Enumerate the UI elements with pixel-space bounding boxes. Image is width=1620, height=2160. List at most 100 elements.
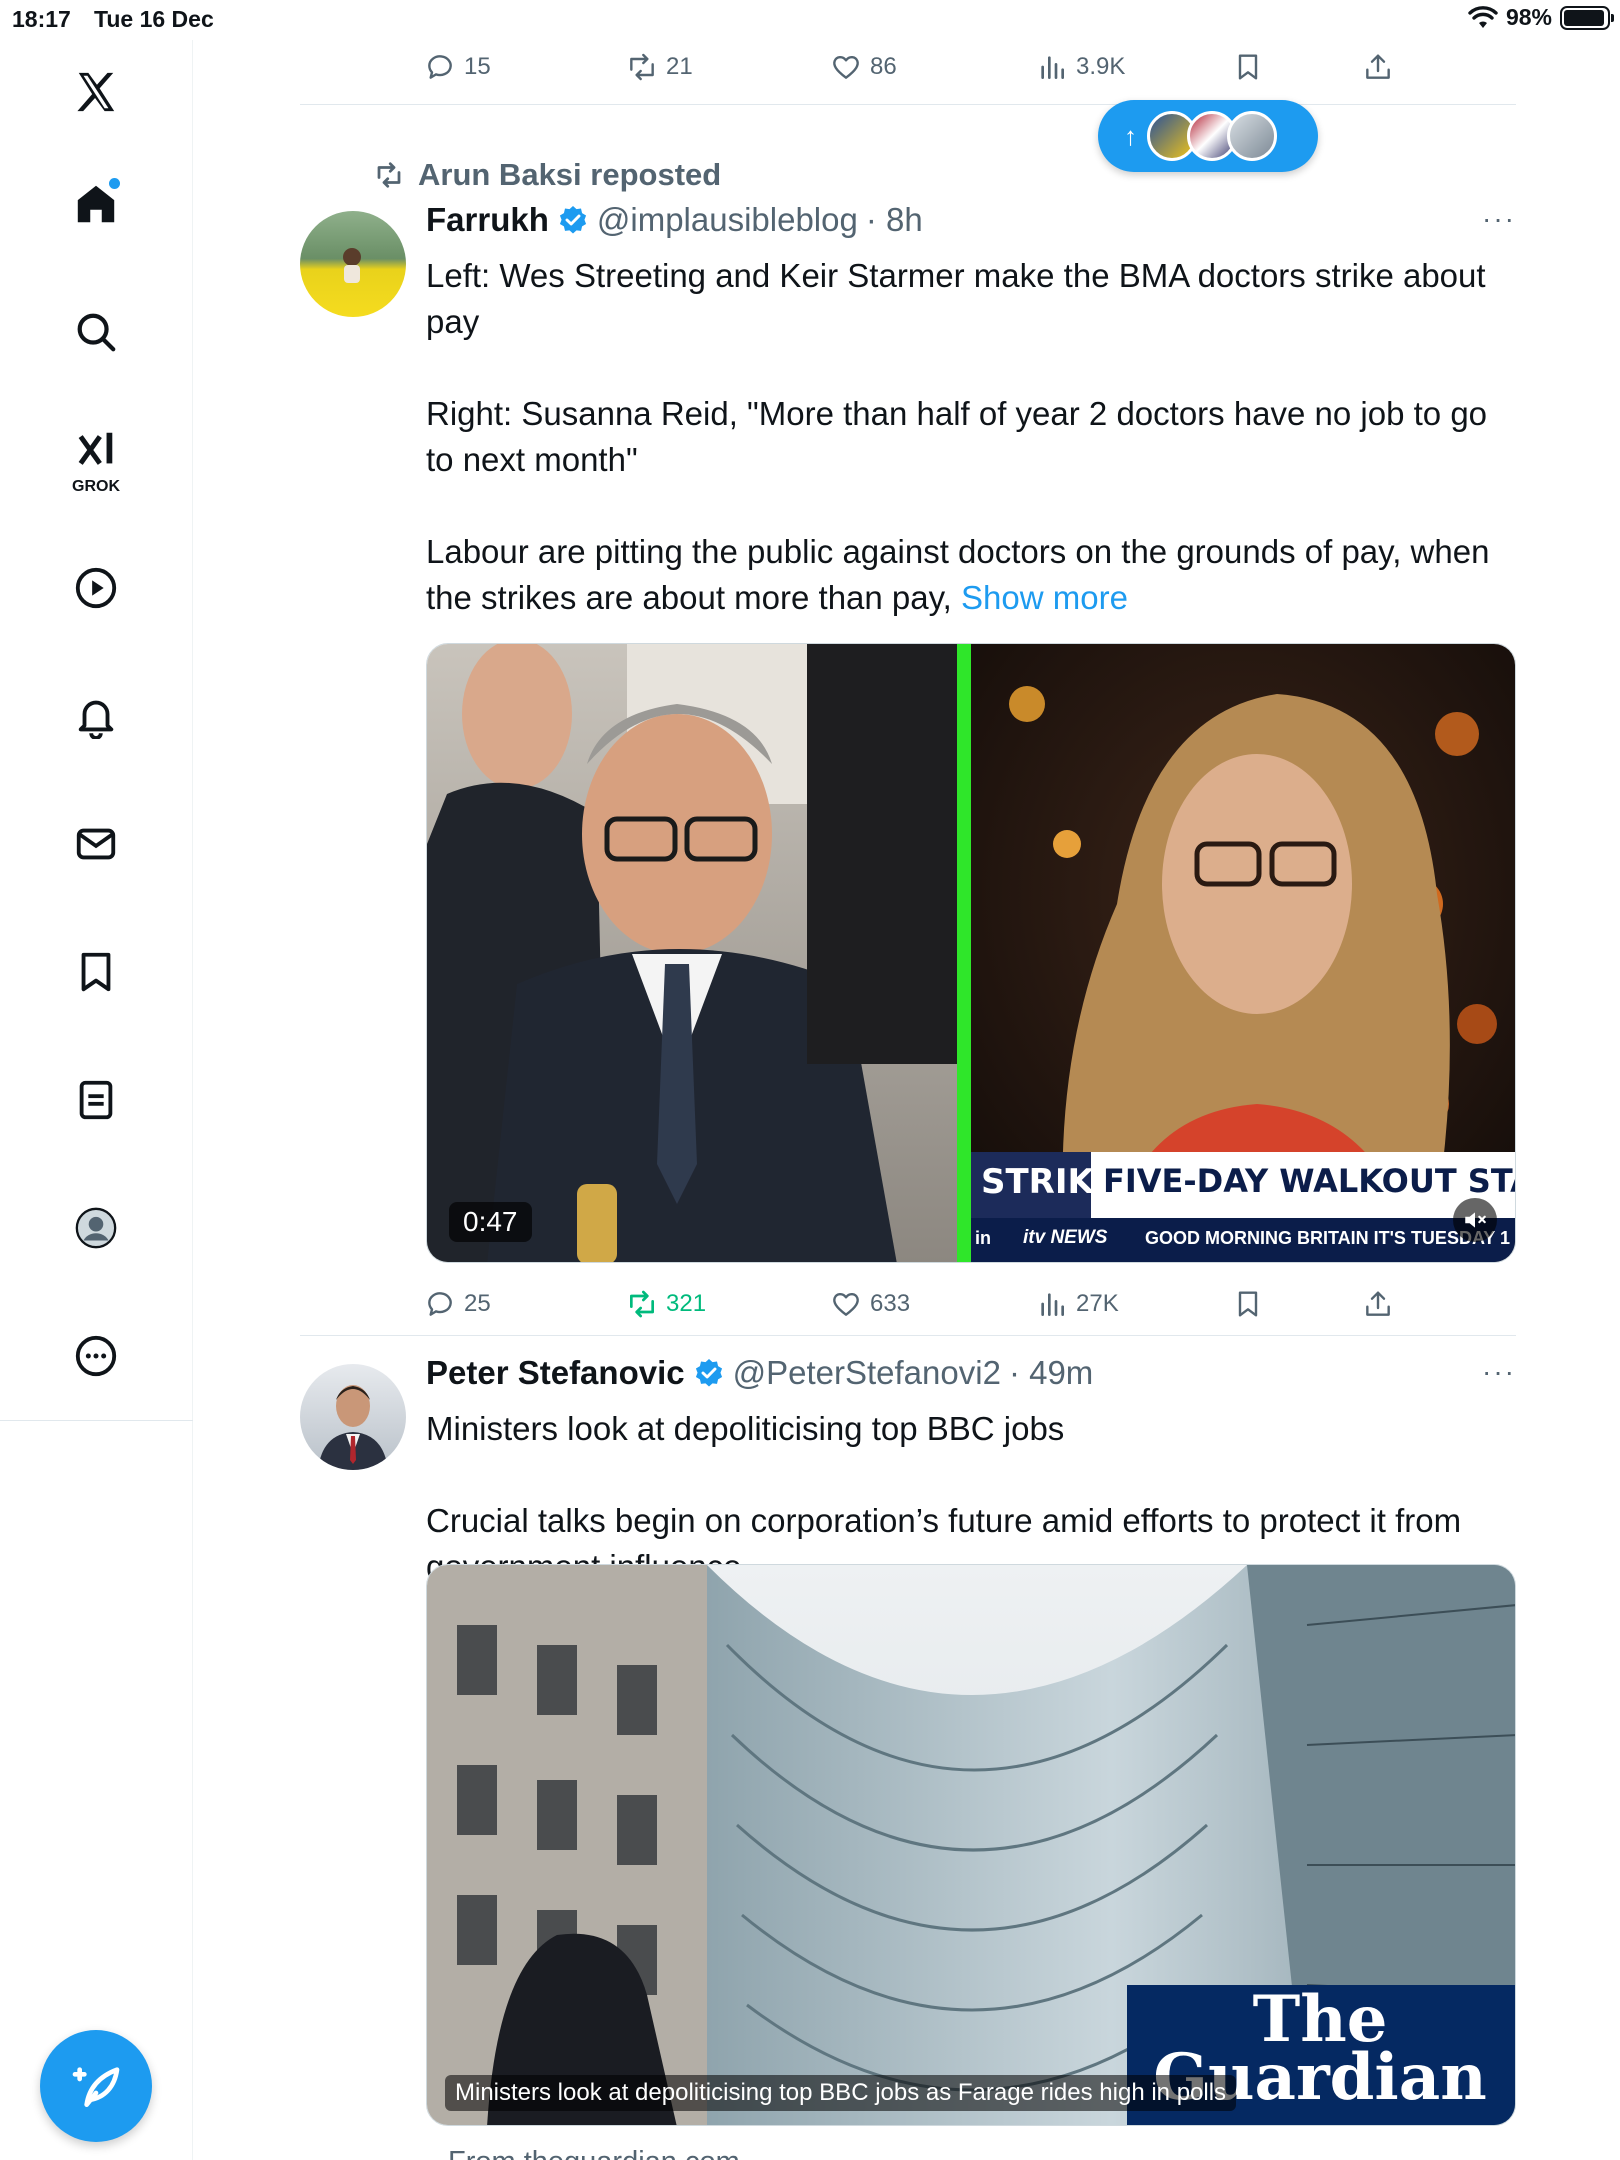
post-more-menu-icon[interactable]: ···	[1482, 1356, 1516, 1388]
views-button[interactable]: 3.9K	[1036, 51, 1125, 83]
verified-badge-icon	[559, 206, 586, 234]
author-name[interactable]: Peter Stefanovic	[426, 1354, 685, 1392]
battery-icon	[1560, 5, 1614, 30]
share-icon	[1366, 1291, 1390, 1316]
link-source[interactable]: From theguardian.com	[448, 2146, 740, 2160]
post-text-paragraph: Ministers look at depoliticising top BBC…	[426, 1410, 1065, 1447]
reply-icon	[428, 1292, 452, 1316]
grok-label: GROK	[72, 478, 120, 495]
repost-indicator[interactable]: Arun Baksi reposted	[374, 157, 721, 193]
post-body: Left: Wes Streeting and Keir Starmer mak…	[426, 253, 1516, 621]
repost-count: 321	[666, 1290, 707, 1317]
video-duration: 0:47	[449, 1202, 532, 1242]
author-name[interactable]: Farrukh	[426, 201, 549, 239]
arrow-up-icon: ↑	[1124, 120, 1137, 151]
video-player[interactable]: STRIKE FIVE-DAY WALKOUT STARTS T in itv …	[426, 643, 1516, 1263]
like-count: 633	[870, 1290, 911, 1317]
link-card-caption: Ministers look at depoliticising top BBC…	[445, 2075, 1237, 2111]
post-peter-stefanovic[interactable]: Peter Stefanovic @PeterStefanovi2 · 49m …	[300, 1336, 1516, 2160]
share-button[interactable]	[1362, 1288, 1394, 1320]
repost-icon	[377, 162, 401, 188]
views-icon	[1041, 1293, 1064, 1316]
post-time[interactable]: · 8h	[866, 201, 923, 239]
share-button[interactable]	[1362, 51, 1394, 83]
show-more-link[interactable]: Show more	[961, 579, 1128, 616]
previous-post-actions: 15 21 86 3.9K	[300, 40, 1516, 94]
bookmark-button[interactable]	[1232, 1288, 1264, 1320]
share-icon	[1366, 54, 1390, 79]
video-icon[interactable]	[64, 556, 128, 620]
mute-button[interactable]	[1453, 1198, 1497, 1242]
repost-count: 21	[666, 53, 693, 80]
avatar[interactable]	[300, 211, 406, 317]
like-count: 86	[870, 53, 897, 80]
heart-icon	[833, 1292, 859, 1316]
home-notification-dot	[109, 178, 120, 189]
repost-button[interactable]: 321	[626, 1288, 706, 1320]
tv-channel-logo: itv NEWS	[1023, 1227, 1108, 1248]
views-count: 3.9K	[1076, 53, 1126, 80]
bookmark-icon	[1238, 1291, 1258, 1317]
messages-icon[interactable]	[64, 812, 128, 876]
bookmarks-icon[interactable]	[64, 940, 128, 1004]
wifi-icon	[1468, 5, 1498, 28]
views-count: 27K	[1076, 1290, 1119, 1317]
post-more-menu-icon[interactable]: ···	[1482, 203, 1516, 235]
home-icon[interactable]	[64, 172, 128, 236]
repost-button[interactable]: 21	[626, 51, 693, 83]
compose-post-button[interactable]	[40, 2030, 152, 2142]
reply-button[interactable]: 25	[424, 1288, 491, 1320]
post-header: Farrukh @implausibleblog · 8h	[426, 201, 923, 239]
post-text-line: Labour are pitting the public against do…	[426, 533, 1490, 616]
search-icon[interactable]	[64, 300, 128, 364]
verified-badge-icon	[695, 1359, 722, 1387]
reply-count: 25	[464, 1290, 491, 1317]
new-posts-pill[interactable]: ↑	[1098, 100, 1318, 172]
post-text-paragraph: Right: Susanna Reid, "More than half of …	[426, 395, 1488, 478]
reply-count: 15	[464, 53, 491, 80]
reply-icon	[428, 55, 452, 79]
timeline-feed: 15 21 86 3.9K ↑ Arun Baksi reposted Farr…	[300, 40, 1516, 2160]
post-text-paragraph: Labour are pitting the public against do…	[426, 529, 1516, 621]
avatar[interactable]	[300, 1364, 406, 1470]
speaker-muted-icon	[1465, 1212, 1486, 1228]
author-handle[interactable]: @implausibleblog	[597, 201, 858, 239]
repost-icon	[630, 53, 654, 81]
grok-icon[interactable]: GROK	[64, 418, 128, 495]
avatar-image	[318, 1385, 388, 1470]
views-button[interactable]: 27K	[1036, 1288, 1119, 1320]
profile-avatar-icon[interactable]	[64, 1196, 128, 1260]
sidebar-divider	[0, 1420, 193, 1421]
sidebar: GROK	[0, 40, 193, 2160]
tv-ticker-left: in	[975, 1228, 991, 1248]
x-logo-icon[interactable]	[64, 60, 128, 124]
lists-icon[interactable]	[64, 1068, 128, 1132]
notifications-icon[interactable]	[64, 684, 128, 748]
tv-strike-label: STRIKE	[981, 1162, 1118, 1202]
bookmark-icon	[1238, 54, 1258, 80]
reposted-by-label: Arun Baksi reposted	[418, 157, 722, 192]
bookmark-button[interactable]	[1232, 51, 1264, 83]
post-farrukh[interactable]: Arun Baksi reposted Farrukh @implausible…	[300, 105, 1516, 1318]
repost-icon	[630, 1290, 654, 1318]
post-header: Peter Stefanovic @PeterStefanovi2 · 49m	[426, 1354, 1093, 1392]
new-post-avatar	[1227, 111, 1277, 161]
status-right: 98%	[1468, 4, 1614, 31]
post-body: Ministers look at depoliticising top BBC…	[426, 1406, 1516, 1590]
status-date: Tue 16 Dec	[94, 6, 214, 32]
heart-icon	[833, 55, 859, 79]
status-time: 18:17	[12, 6, 71, 32]
reply-button[interactable]: 15	[424, 51, 491, 83]
more-options-icon[interactable]	[64, 1324, 128, 1388]
author-handle[interactable]: @PeterStefanovi2	[733, 1354, 1001, 1392]
like-button[interactable]: 633	[830, 1288, 910, 1320]
post-actions: 25 321 633 27K	[300, 1277, 1516, 1331]
tv-headline: FIVE-DAY WALKOUT STARTS T	[1103, 1162, 1515, 1200]
post-text-paragraph: Left: Wes Streeting and Keir Starmer mak…	[426, 257, 1486, 340]
link-card[interactable]: The Guardian Ministers look at depolitic…	[426, 1564, 1516, 2126]
compose-feather-icon	[72, 2067, 120, 2107]
like-button[interactable]: 86	[830, 51, 897, 83]
avatar-image	[343, 248, 361, 283]
views-icon	[1041, 56, 1064, 79]
post-time[interactable]: · 49m	[1009, 1354, 1093, 1392]
